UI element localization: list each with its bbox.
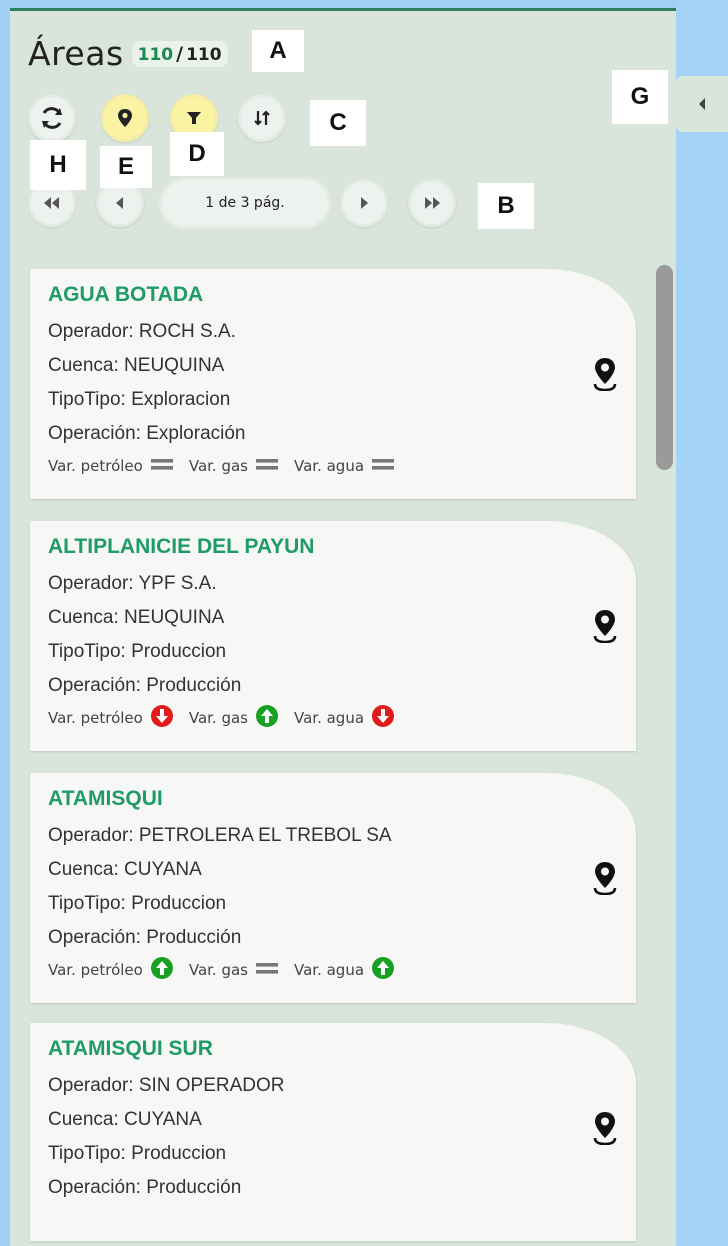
annotation-label-e: E [100,146,152,188]
panel-header: Áreas 110 / 110 [28,34,228,73]
oil-variation: Var. petróleo [48,457,181,475]
area-card[interactable]: AGUA BOTADA Operador: ROCH S.A. Cuenca: NE… [30,269,636,499]
map-pin-icon[interactable] [592,357,618,395]
chevron-right-icon [361,197,368,209]
equal-icon [255,457,279,475]
map-pin-icon[interactable] [592,1111,618,1149]
area-operation: Operación: Producción [48,927,242,948]
double-chevron-left-icon [44,197,59,209]
collapse-panel-button[interactable] [676,76,728,132]
oil-variation: Var. petróleo [48,956,181,984]
area-name: ALTIPLANICIE DEL PAYUN [48,535,315,558]
next-page-button[interactable] [340,179,388,227]
water-variation: Var. agua [294,956,402,984]
refresh-button[interactable] [28,94,76,142]
gas-variation: Var. gas [189,961,286,979]
area-operation: Operación: Producción [48,1177,242,1198]
oil-variation-label: Var. petróleo [48,709,143,727]
annotation-label-h: H [30,140,86,190]
area-type: TipoTipo: Produccion [48,1143,227,1164]
arrow-up-circle-icon [150,956,174,984]
area-operator: Operador: SIN OPERADOR [48,1075,285,1096]
variation-row: Var. petróleo Var. gas Var. agua [48,451,636,481]
area-name: AGUA BOTADA [48,283,204,306]
filter-icon [187,112,201,124]
last-page-button[interactable] [408,179,456,227]
area-operation: Operación: Producción [48,675,242,696]
equal-icon [150,457,174,475]
annotation-label-b: B [478,183,534,229]
area-basin: Cuenca: NEUQUINA [48,607,225,628]
page-indicator: 1 de 3 pág. [159,177,331,229]
chevron-left-icon [699,98,705,110]
area-type: TipoTipo: Exploracion [48,389,231,410]
gas-variation-label: Var. gas [188,709,248,727]
map-area[interactable] [676,0,728,1246]
area-name: ATAMISQUI SUR [48,1037,213,1060]
arrow-down-circle-icon [150,704,174,732]
sort-button[interactable] [238,94,286,142]
arrow-up-circle-icon [371,956,395,984]
area-basin: Cuenca: NEUQUINA [48,355,225,376]
annotation-label-a: A [252,30,304,72]
area-operator: Operador: ROCH S.A. [48,321,236,342]
count-shown: 110 [137,44,174,65]
location-button[interactable] [101,94,149,142]
area-card[interactable]: ALTIPLANICIE DEL PAYUN Operador: YPF S.A.… [30,521,636,751]
equal-icon [371,457,395,475]
count-total: 110 [186,44,222,65]
count-separator: / [176,42,184,65]
oil-variation-label: Var. petróleo [48,961,143,979]
sort-icon [254,110,270,126]
chevron-left-icon [116,197,123,209]
scrollbar-thumb[interactable] [656,265,673,470]
area-type: TipoTipo: Produccion [48,893,227,914]
variation-row: Var. petróleo Var. gas Var. agua [48,955,636,985]
area-basin: Cuenca: CUYANA [48,859,202,880]
area-name: ATAMISQUI [48,787,163,810]
water-variation: Var. agua [294,457,402,475]
map-pin-icon[interactable] [592,609,618,647]
area-card[interactable]: ATAMISQUI Operador: PETROLERA EL TREBOL S… [30,773,636,1003]
arrow-down-circle-icon [371,704,395,732]
double-chevron-right-icon [425,197,440,209]
water-variation: Var. agua [294,704,402,732]
area-basin: Cuenca: CUYANA [48,1109,202,1130]
area-operator: Operador: YPF S.A. [48,573,217,594]
water-variation-label: Var. agua [294,457,365,475]
arrow-up-circle-icon [255,704,279,732]
area-type: TipoTipo: Produccion [48,641,227,662]
refresh-icon [42,107,62,129]
annotation-label-c: C [310,100,366,146]
map-pin-icon[interactable] [592,861,618,899]
water-variation-label: Var. agua [294,961,365,979]
location-pin-icon [118,109,132,127]
gas-variation-label: Var. gas [188,961,248,979]
area-operator: Operador: PETROLERA EL TREBOL SA [48,825,392,846]
variation-row: Var. petróleo Var. gas Var. agua [48,703,636,733]
count-badge: 110 / 110 [131,40,228,67]
oil-variation: Var. petróleo [48,704,181,732]
page-title: Áreas [28,34,124,73]
equal-icon [255,961,279,979]
gas-variation-label: Var. gas [188,457,248,475]
area-operation: Operación: Exploración [48,423,246,444]
gas-variation: Var. gas [189,704,286,732]
annotation-label-g: G [612,70,668,124]
gas-variation: Var. gas [189,457,286,475]
area-card[interactable]: ATAMISQUI SUR Operador: SIN OPERADOR Cuenc… [30,1023,636,1241]
oil-variation-label: Var. petróleo [48,457,143,475]
annotation-label-d: D [170,132,224,176]
water-variation-label: Var. agua [294,709,365,727]
